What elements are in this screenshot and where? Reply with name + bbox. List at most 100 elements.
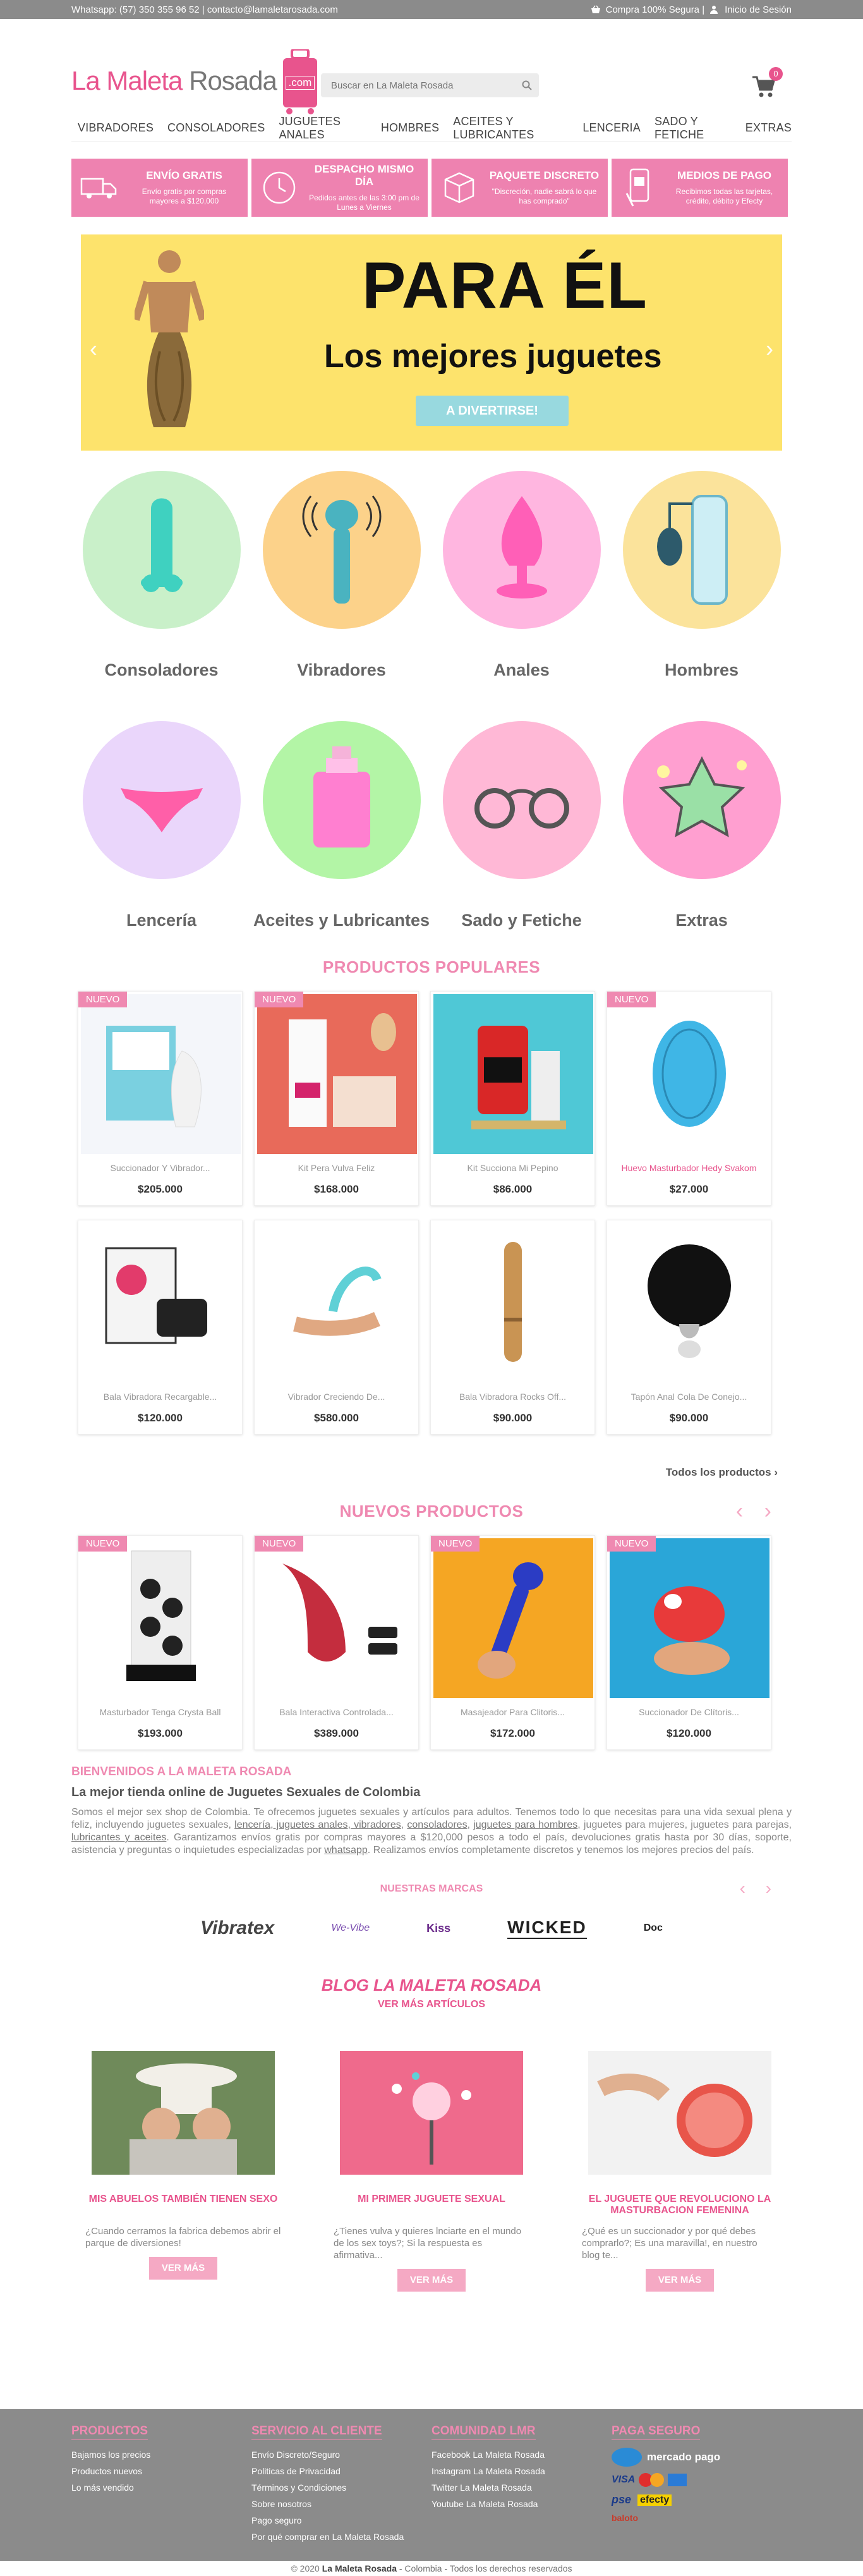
blog-post-image[interactable] [92, 2051, 275, 2175]
product-name[interactable]: Kit Pera Vulva Feliz [255, 1163, 418, 1173]
brand-kiss[interactable]: Kiss [426, 1922, 450, 1935]
product-image[interactable] [257, 994, 417, 1154]
category-sado[interactable]: Sado y Fetiche [431, 721, 612, 941]
product-card[interactable]: NUEVO Masturbador Tenga Crysta Ball $193… [78, 1535, 243, 1750]
nav-item-hombres[interactable]: HOMBRES [381, 121, 439, 135]
product-image[interactable] [257, 1223, 417, 1383]
category-lenceria[interactable]: Lencería [71, 721, 251, 941]
product-image[interactable] [81, 1538, 241, 1698]
footer-link[interactable]: Envío Discreto/Seguro [251, 2446, 431, 2463]
footer-link[interactable]: Facebook La Maleta Rosada [431, 2446, 612, 2463]
all-products-link[interactable]: Todos los productos › [71, 1466, 792, 1479]
product-name[interactable]: Vibrador Creciendo De... [255, 1392, 418, 1402]
category-vibradores[interactable]: Vibradores [251, 471, 431, 691]
product-card[interactable]: NUEVO Bala Interactiva Controlada... $38… [254, 1535, 419, 1750]
footer-link[interactable]: Instagram La Maleta Rosada [431, 2463, 612, 2479]
product-card[interactable]: NUEVO Succionador De Clítoris... $120.00… [607, 1535, 771, 1750]
product-image[interactable] [433, 994, 593, 1154]
nav-item-sado[interactable]: SADO Y FETICHE [655, 115, 732, 142]
nav-item-lenceria[interactable]: LENCERIA [582, 121, 641, 135]
read-more-button[interactable]: VER MÁS [397, 2269, 466, 2292]
product-card[interactable]: Tapón Anal Cola De Conejo... $90.000 [607, 1220, 771, 1435]
category-hombres[interactable]: Hombres [612, 471, 792, 691]
product-image[interactable] [433, 1538, 593, 1698]
product-name[interactable]: Kit Succiona Mi Pepino [431, 1163, 594, 1173]
product-image[interactable] [610, 994, 769, 1154]
link-lubricantes[interactable]: lubricantes y aceites [71, 1832, 166, 1843]
product-card[interactable]: Vibrador Creciendo De... $580.000 [254, 1220, 419, 1435]
footer-link[interactable]: Politicas de Privacidad [251, 2463, 431, 2479]
footer-link[interactable]: Pago seguro [251, 2512, 431, 2529]
hero-banner[interactable]: ‹ › PARA ÉL Los mejores juguetes A DIVER… [81, 234, 782, 451]
login-link[interactable]: Inicio de Sesión [725, 4, 792, 15]
cart-button[interactable]: 0 [751, 67, 783, 100]
product-name[interactable]: Huevo Masturbador Hedy Svakom [607, 1163, 771, 1173]
product-card[interactable]: NUEVO Kit Pera Vulva Feliz $168.000 [254, 991, 419, 1206]
product-image[interactable] [257, 1538, 417, 1698]
product-card[interactable]: Bala Vibradora Recargable... $120.000 [78, 1220, 243, 1435]
blog-post-image[interactable] [588, 2051, 771, 2175]
product-name[interactable]: Tapón Anal Cola De Conejo... [607, 1392, 771, 1402]
footer-link[interactable]: Productos nuevos [71, 2463, 251, 2479]
brand-doc[interactable]: Doc [644, 1923, 663, 1934]
link-consoladores[interactable]: consoladores [407, 1820, 467, 1830]
new-badge: NUEVO [78, 992, 128, 1007]
link-hombres[interactable]: juguetes para hombres [473, 1820, 577, 1830]
product-card[interactable]: Kit Succiona Mi Pepino $86.000 [430, 991, 595, 1206]
info-title: PAQUETE DISCRETO [489, 169, 600, 181]
brand-vibratex[interactable]: Vibratex [200, 1917, 274, 1939]
contact-info[interactable]: Whatsapp: (57) 350 355 96 52 | contacto@… [71, 4, 338, 15]
product-image[interactable] [610, 1538, 769, 1698]
logo[interactable]: La Maleta Rosada .com [71, 48, 320, 114]
product-name[interactable]: Succionador De Clítoris... [607, 1707, 771, 1717]
product-name[interactable]: Succionador Y Vibrador... [78, 1163, 242, 1173]
nav-item-extras[interactable]: EXTRAS [745, 121, 792, 135]
hero-prev-arrow[interactable]: ‹ [90, 336, 97, 362]
product-name[interactable]: Masajeador Para Clitoris... [431, 1707, 594, 1717]
hero-next-arrow[interactable]: › [766, 336, 773, 362]
read-more-button[interactable]: VER MÁS [149, 2257, 217, 2280]
footer-link[interactable]: Bajamos los precios [71, 2446, 251, 2463]
product-image[interactable] [81, 994, 241, 1154]
search-icon[interactable] [515, 73, 539, 97]
search-input[interactable] [321, 73, 515, 97]
nav-item-aceites[interactable]: ACEITES Y LUBRICANTES [453, 115, 569, 142]
product-card[interactable]: Bala Vibradora Rocks Off... $90.000 [430, 1220, 595, 1435]
product-name[interactable]: Masturbador Tenga Crysta Ball [78, 1707, 242, 1717]
footer-link[interactable]: Twitter La Maleta Rosada [431, 2479, 612, 2496]
nav-item-vibradores[interactable]: VIBRADORES [78, 121, 154, 135]
hero-cta-button[interactable]: A DIVERTIRSE! [416, 396, 569, 426]
category-anales[interactable]: Anales [431, 471, 612, 691]
link-lenceria[interactable]: lencería, juguetes anales, vibradores [234, 1820, 401, 1830]
footer-link[interactable]: Términos y Condiciones [251, 2479, 431, 2496]
brand-wevibe[interactable]: We-Vibe [331, 1923, 370, 1934]
category-aceites[interactable]: Aceites y Lubricantes [251, 721, 431, 941]
product-image[interactable] [610, 1223, 769, 1383]
read-more-button[interactable]: VER MÁS [646, 2269, 714, 2292]
product-card[interactable]: NUEVO Masajeador Para Clitoris... $172.0… [430, 1535, 595, 1750]
product-name[interactable]: Bala Vibradora Recargable... [78, 1392, 242, 1402]
footer-link[interactable]: Sobre nosotros [251, 2496, 431, 2512]
blog-post-title[interactable]: MI PRIMER JUGUETE SEXUAL [327, 2194, 536, 2216]
footer-link[interactable]: Lo más vendido [71, 2479, 251, 2496]
category-consoladores[interactable]: Consoladores [71, 471, 251, 691]
blog-post-title[interactable]: MIS ABUELOS TAMBIÉN TIENEN SEXO [79, 2194, 287, 2216]
product-name[interactable]: Bala Interactiva Controlada... [255, 1707, 418, 1717]
footer-link[interactable]: Por qué comprar en La Maleta Rosada [251, 2529, 431, 2545]
blog-post-image[interactable] [340, 2051, 523, 2175]
product-image[interactable] [433, 1223, 593, 1383]
footer-link[interactable]: Youtube La Maleta Rosada [431, 2496, 612, 2512]
blog-post-title[interactable]: EL JUGUETE QUE REVOLUCIONO LA MASTURBACI… [576, 2194, 784, 2216]
category-extras[interactable]: Extras [612, 721, 792, 941]
link-whatsapp[interactable]: whatsapp [324, 1845, 368, 1856]
brands-arrows[interactable]: ‹ › [740, 1878, 779, 1899]
product-image[interactable] [81, 1223, 241, 1383]
new-products-arrows[interactable]: ‹ › [736, 1499, 779, 1524]
brand-wicked[interactable]: WICKED [507, 1917, 587, 1939]
nav-item-consoladores[interactable]: CONSOLADORES [167, 121, 265, 135]
blog-more-link[interactable]: VER MÁS ARTÍCULOS [71, 1999, 792, 2010]
product-name[interactable]: Bala Vibradora Rocks Off... [431, 1392, 594, 1402]
product-card[interactable]: NUEVO Huevo Masturbador Hedy Svakom $27.… [607, 991, 771, 1206]
product-card[interactable]: NUEVO Succionador Y Vibrador... $205.000 [78, 991, 243, 1206]
nav-item-juguetes-anales[interactable]: JUGUETES ANALES [279, 115, 366, 142]
